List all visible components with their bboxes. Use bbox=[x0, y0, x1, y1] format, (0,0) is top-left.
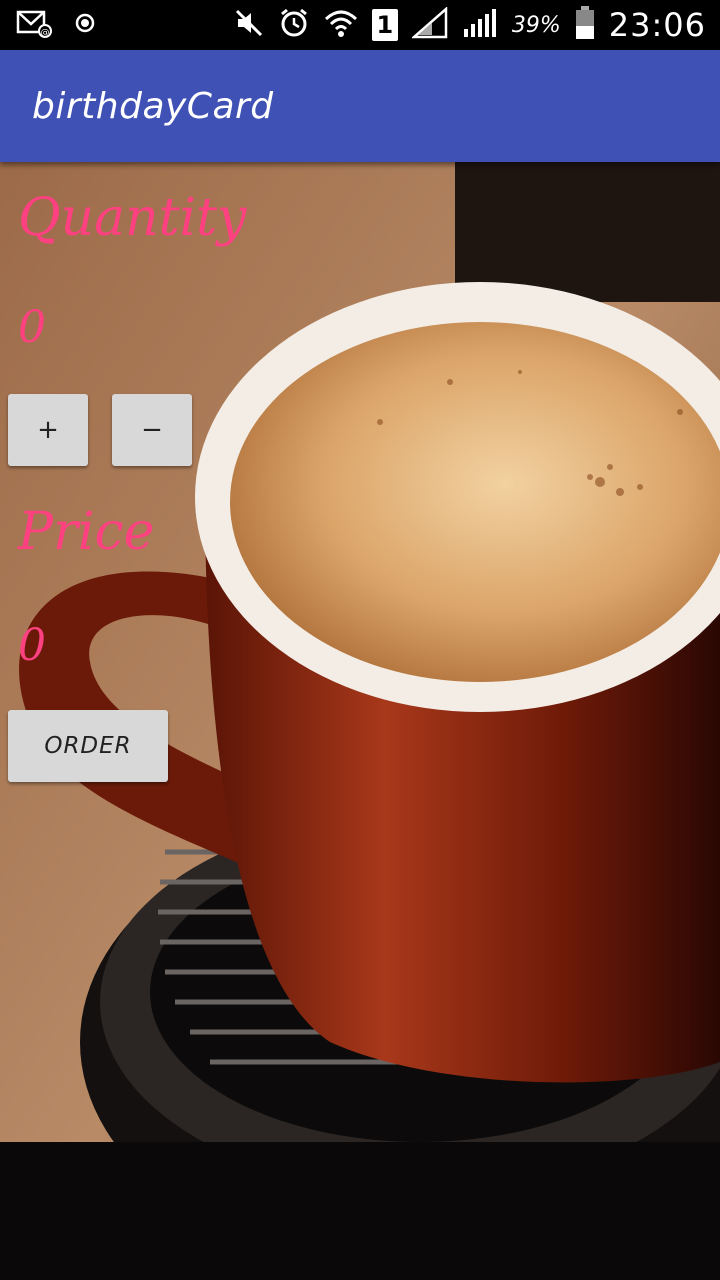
status-bar-right: 1 39% 23:06 bbox=[234, 0, 706, 50]
clock: 23:06 bbox=[608, 6, 706, 44]
signal-icon bbox=[410, 6, 448, 43]
price-label: Price bbox=[18, 502, 155, 562]
app-bar: birthdayCard bbox=[0, 50, 720, 162]
battery-icon bbox=[575, 6, 595, 44]
battery-percent: 39% bbox=[511, 12, 561, 38]
mail-icon: @ bbox=[16, 8, 52, 42]
increment-button[interactable]: + bbox=[8, 394, 88, 466]
price-value: 0 bbox=[18, 620, 46, 671]
quantity-value: 0 bbox=[18, 302, 46, 353]
main-content: Quantity 0 + − Price 0 ORDER bbox=[0, 162, 720, 1280]
status-bar: @ 1 39% 23:06 bbox=[0, 0, 720, 50]
wifi-icon bbox=[324, 7, 358, 43]
sim-icon: 1 bbox=[371, 9, 398, 41]
status-bar-left: @ bbox=[16, 0, 96, 50]
decrement-button[interactable]: − bbox=[112, 394, 192, 466]
quantity-label: Quantity bbox=[18, 188, 247, 248]
order-button[interactable]: ORDER bbox=[8, 710, 168, 782]
app-title: birthdayCard bbox=[32, 86, 274, 127]
svg-text:@: @ bbox=[41, 28, 50, 38]
alarm-icon bbox=[278, 7, 310, 43]
signal-icon bbox=[462, 7, 498, 43]
record-icon bbox=[74, 12, 96, 38]
mute-icon bbox=[234, 8, 264, 42]
